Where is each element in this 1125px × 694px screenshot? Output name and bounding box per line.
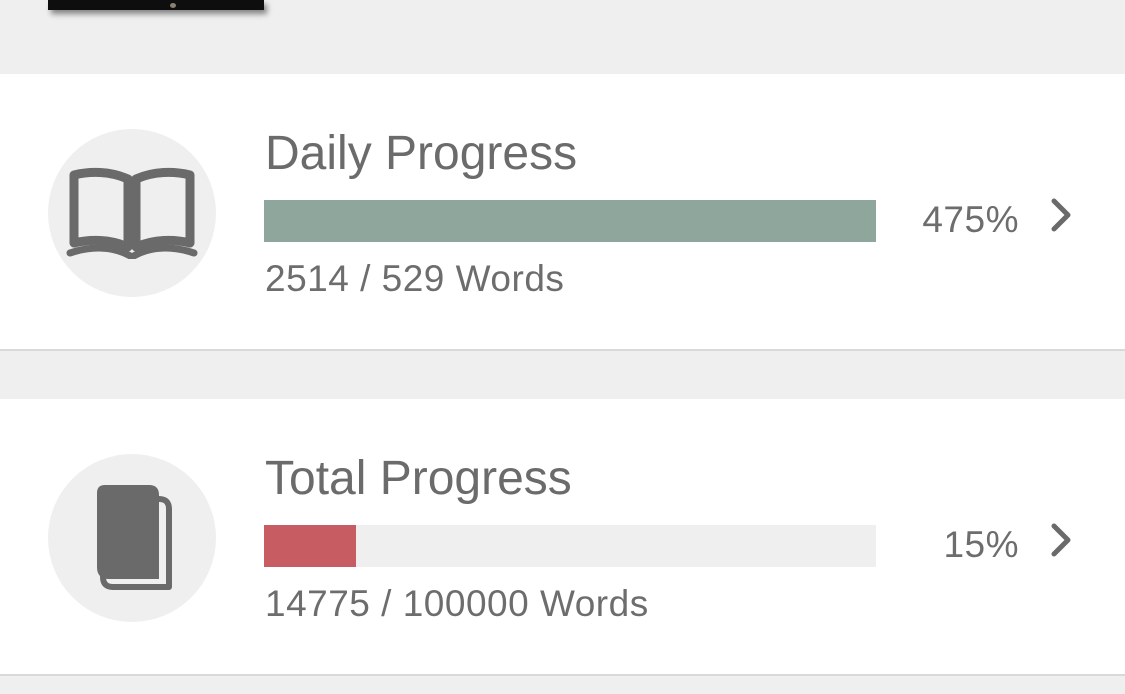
daily-words-count: 2514 / 529 Words (265, 258, 565, 299)
total-progress-bar (264, 525, 876, 567)
total-progress-bar-fill (264, 525, 356, 567)
open-book-icon (66, 167, 198, 259)
total-progress-icon-badge (48, 454, 216, 622)
daily-progress-icon-badge (48, 129, 216, 297)
daily-progress-title: Daily Progress (265, 127, 578, 180)
cover-image-detail (170, 3, 176, 8)
total-progress-percent: 15% (943, 524, 1019, 565)
daily-progress-percent: 475% (922, 199, 1019, 240)
daily-progress-bar-fill (264, 200, 876, 242)
chevron-right-icon[interactable] (1046, 521, 1076, 559)
daily-progress-row[interactable]: Daily Progress 2514 / 529 Words 475% (0, 74, 1125, 351)
total-words-count: 14775 / 100000 Words (265, 583, 649, 624)
chevron-right-icon[interactable] (1046, 196, 1076, 234)
closed-book-icon (97, 485, 172, 590)
total-progress-title: Total Progress (265, 452, 572, 505)
total-progress-row[interactable]: Total Progress 14775 / 100000 Words 15% (0, 399, 1125, 676)
daily-progress-bar (264, 200, 876, 242)
cover-image-thumbnail[interactable] (48, 0, 264, 10)
